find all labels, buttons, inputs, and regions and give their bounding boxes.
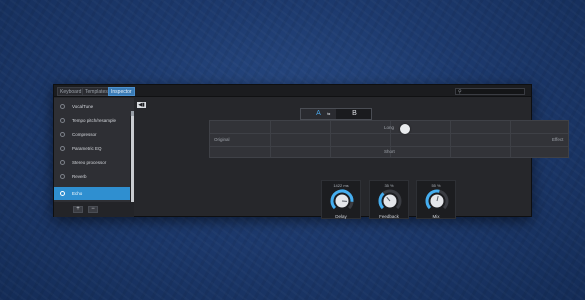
- feedback-label: Feedback: [379, 214, 399, 219]
- scrollbar-thumb[interactable]: [131, 116, 134, 213]
- plugin-item-parametric-eq[interactable]: Parametric EQ: [54, 142, 132, 155]
- feedback-knob[interactable]: [377, 188, 403, 214]
- plugin-list-footer: + −: [54, 202, 134, 217]
- power-icon[interactable]: [60, 191, 65, 196]
- plugin-item-tempo-pitch-resample[interactable]: Tempo pitch/resample: [54, 114, 132, 127]
- plugin-list: VocalTune Tempo pitch/resample Compresso…: [54, 98, 134, 217]
- plugin-label: VocalTune: [72, 104, 94, 109]
- delay-control: 1422 ms Delay: [321, 180, 361, 219]
- delay-knob[interactable]: [329, 188, 355, 214]
- power-icon[interactable]: [60, 118, 65, 123]
- xy-pad-right-label: Effect: [552, 137, 564, 142]
- feedback-control: 35 % Feedback: [369, 180, 409, 219]
- effect-editor: ◀▮ A B ⇆ Long Short Original Effect 1422…: [135, 98, 569, 219]
- delay-label: Delay: [335, 214, 347, 219]
- tab-inspector[interactable]: Inspector: [108, 87, 135, 96]
- plugin-item-vocaltune[interactable]: VocalTune: [54, 100, 132, 113]
- search-input[interactable]: ⚲: [455, 88, 525, 95]
- knob-level-arc: [378, 192, 385, 210]
- grid-line: [510, 121, 511, 157]
- power-icon[interactable]: [60, 104, 65, 109]
- swap-ab-icon[interactable]: ⇆: [327, 110, 330, 118]
- xy-pad-bottom-label: Short: [384, 149, 395, 154]
- preset-a-button[interactable]: A: [301, 109, 336, 119]
- plugin-item-echo[interactable]: Echo: [54, 187, 132, 200]
- mix-knob[interactable]: [424, 188, 450, 214]
- tab-bar: Keyboard Templates Inspector ⚲: [54, 85, 531, 97]
- search-icon: ⚲: [458, 89, 462, 95]
- panel-toggle-button[interactable]: ◀▮: [137, 102, 146, 108]
- remove-plugin-button[interactable]: −: [88, 206, 98, 213]
- preset-b-button[interactable]: B: [337, 109, 372, 119]
- plugin-item-compressor[interactable]: Compressor: [54, 128, 132, 141]
- tab-templates[interactable]: Templates: [82, 87, 111, 96]
- xy-pad[interactable]: Long Short Original Effect: [209, 120, 569, 158]
- grid-line: [210, 146, 568, 147]
- grid-line: [450, 121, 451, 157]
- plugin-label: Parametric EQ: [72, 146, 102, 151]
- plugin-window: Keyboard Templates Inspector ⚲ VocalTune…: [53, 84, 569, 219]
- xy-pad-handle[interactable]: [400, 124, 410, 134]
- power-icon[interactable]: [60, 132, 65, 137]
- grid-line: [210, 133, 568, 134]
- plugin-item-reverb[interactable]: Reverb: [54, 170, 132, 183]
- mix-control: 55 % Mix: [416, 180, 456, 219]
- power-icon[interactable]: [60, 160, 65, 165]
- plugin-label: Compressor: [72, 132, 97, 137]
- add-plugin-button[interactable]: +: [73, 206, 83, 213]
- plugin-label: Stereo processor: [72, 160, 107, 165]
- tab-keyboard[interactable]: Keyboard: [57, 87, 85, 96]
- plugin-item-stereo-processor[interactable]: Stereo processor: [54, 156, 132, 169]
- ab-compare: A B ⇆: [300, 108, 372, 120]
- xy-pad-top-label: Long: [384, 125, 395, 130]
- power-icon[interactable]: [60, 146, 65, 151]
- grid-line: [270, 121, 271, 157]
- grid-line: [330, 121, 331, 157]
- mix-label: Mix: [432, 214, 440, 219]
- plugin-label: Tempo pitch/resample: [72, 118, 117, 123]
- plugin-label: Echo: [72, 191, 83, 196]
- power-icon[interactable]: [60, 174, 65, 179]
- xy-pad-left-label: Original: [214, 137, 230, 142]
- plugin-label: Reverb: [72, 174, 87, 179]
